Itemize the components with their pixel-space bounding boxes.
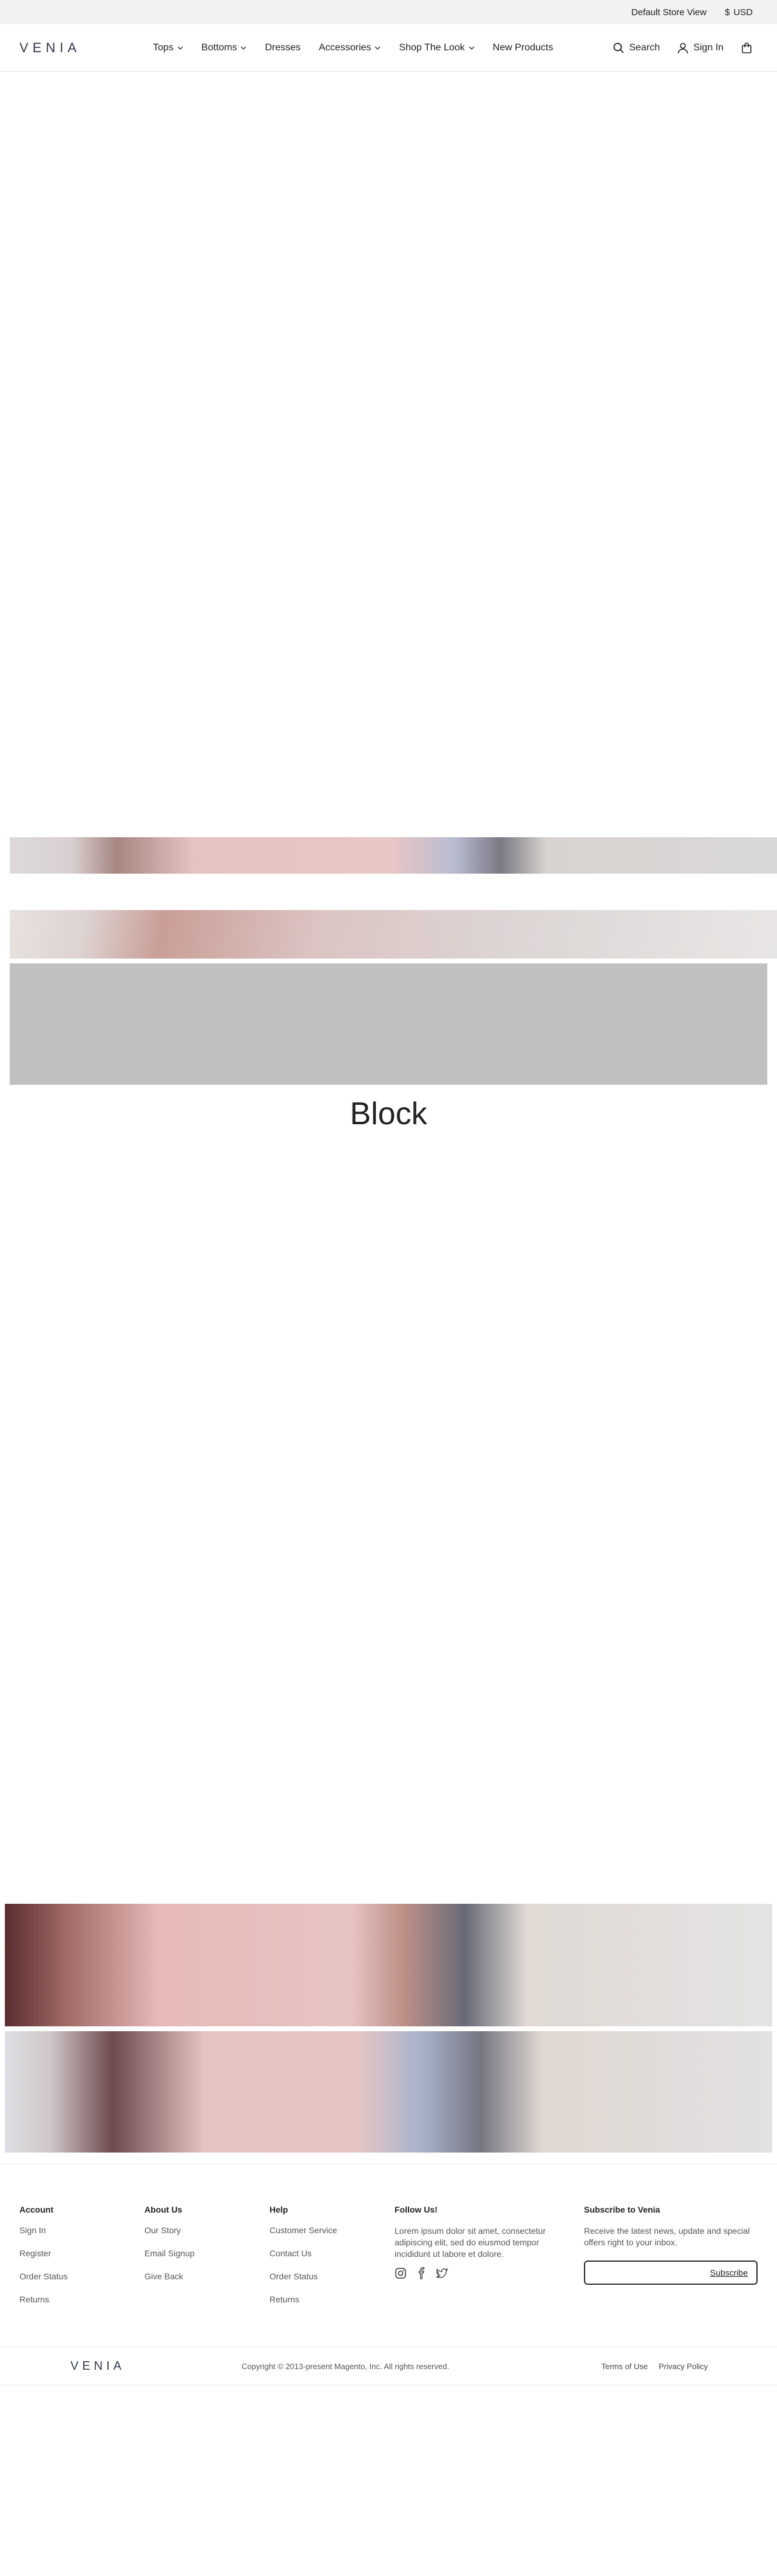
footer-link-our-story[interactable]: Our Story [144,2225,195,2235]
footer-column-title: Account [19,2205,53,2214]
footer-link-order-status[interactable]: Order Status [270,2271,337,2281]
footer-bottom-bar: VENIA Copyright © 2013-present Magento, … [0,2347,777,2385]
footer-link-sign-in[interactable]: Sign In [19,2225,67,2235]
currency-symbol: $ [724,7,730,18]
footer-follow-column: Follow Us! Lorem ipsum dolor sit amet, c… [395,2205,558,2279]
footer-link-order-status[interactable]: Order Status [19,2271,67,2281]
footer-link-returns[interactable]: Returns [270,2294,337,2304]
currency-switcher[interactable]: $ USD [725,7,753,18]
terms-of-use-link[interactable]: Terms of Use [602,2362,648,2371]
twitter-icon[interactable] [436,2267,448,2279]
shopping-bag-icon [742,42,752,53]
nav-item-label: New Products [492,42,554,53]
chevron-down-icon [240,46,246,50]
nav-item-label: Accessories [319,42,372,53]
search-label: Search [629,42,660,53]
banner-image-secondary [10,910,777,959]
footer-link-give-back[interactable]: Give Back [144,2271,195,2281]
main-navigation: Tops Bottoms Dresses Accessories Shop Th… [153,24,553,72]
site-header: VENIA Tops Bottoms Dresses Accessories S… [0,24,777,72]
facebook-icon[interactable] [415,2267,427,2279]
header-actions: Search Sign In [612,24,753,72]
footer-link-email-signup[interactable]: Email Signup [144,2248,195,2258]
instagram-icon[interactable] [395,2267,407,2279]
footer-subscribe-column: Subscribe to Venia Receive the latest ne… [584,2205,760,2285]
subscribe-button[interactable]: Subscribe [710,2268,748,2278]
nav-item-new-products[interactable]: New Products [493,42,554,53]
block-heading: Block [350,1096,427,1131]
nav-item-dresses[interactable]: Dresses [265,42,300,53]
nav-item-bottoms[interactable]: Bottoms [202,42,247,53]
nav-item-tops[interactable]: Tops [153,42,183,53]
footer-about-column: About Us Our Story Email Signup Give Bac… [144,2205,195,2294]
legal-links: Terms of Use Privacy Policy [602,2362,708,2371]
footer-account-column: Account Sign In Register Order Status Re… [19,2205,67,2318]
footer-follow-text: Lorem ipsum dolor sit amet, consectetur … [395,2226,546,2259]
footer-column-title: Help [270,2205,288,2214]
footer-column-title: Follow Us! [395,2205,438,2214]
footer-link-returns[interactable]: Returns [19,2294,67,2304]
venia-logo[interactable]: VENIA [19,40,81,56]
footer-link-customer-service[interactable]: Customer Service [270,2225,337,2235]
placeholder-block [10,963,767,1085]
user-icon [677,42,688,54]
footer-link-contact-us[interactable]: Contact Us [270,2248,337,2258]
subscribe-form: Subscribe [584,2261,758,2285]
footer-subscribe-text: Receive the latest news, update and spec… [584,2226,750,2247]
footer-venia-logo[interactable]: VENIA [70,2359,125,2373]
watch-banner-image [5,1904,772,2026]
sign-in-button[interactable]: Sign In [677,42,724,54]
sign-in-label: Sign In [693,42,724,53]
cart-button[interactable] [741,42,753,54]
nav-item-accessories[interactable]: Accessories [319,42,381,53]
copyright-text: Copyright © 2013-present Magento, Inc. A… [242,2362,449,2371]
hero-banner-image [10,837,777,874]
watch-banner-image-2 [5,2031,772,2153]
footer-column-title: Subscribe to Venia [584,2205,660,2214]
footer-divider [0,2163,777,2164]
nav-item-label: Shop The Look [399,42,465,53]
store-switcher-label: Default Store View [631,7,707,18]
nav-item-label: Tops [153,42,174,53]
footer-link-register[interactable]: Register [19,2248,67,2258]
store-switcher[interactable]: Default Store View [631,7,707,18]
nav-item-label: Bottoms [201,42,237,53]
footer-help-column: Help Customer Service Contact Us Order S… [270,2205,337,2318]
chevron-down-icon [177,46,183,50]
privacy-policy-link[interactable]: Privacy Policy [659,2362,708,2371]
chevron-down-icon [469,46,475,50]
nav-item-label: Dresses [265,42,301,53]
nav-item-shop-the-look[interactable]: Shop The Look [399,42,475,53]
top-bar: Default Store View $ USD [0,0,777,24]
social-links [395,2267,558,2279]
search-icon [614,42,625,53]
currency-label: USD [733,7,753,18]
chevron-down-icon [375,46,381,50]
footer-column-title: About Us [144,2205,183,2214]
search-button[interactable]: Search [612,42,660,54]
